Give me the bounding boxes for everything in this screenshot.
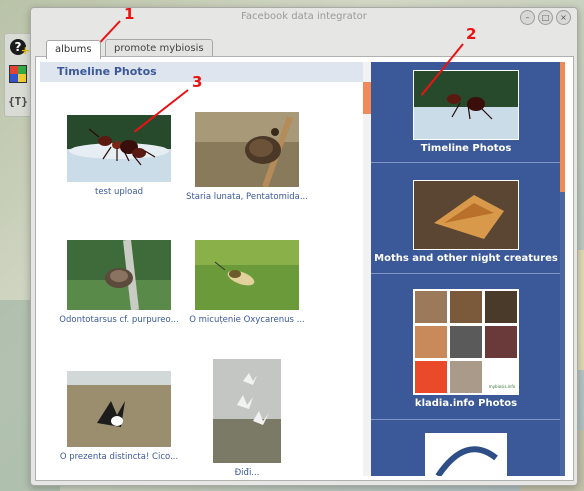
photo-caption[interactable]: test upload xyxy=(54,187,184,197)
app-window: Facebook data integrator – □ × albums pr… xyxy=(30,7,578,486)
album-cover[interactable] xyxy=(425,433,507,476)
plus-icon: + xyxy=(20,44,30,57)
photo-thumbnail[interactable] xyxy=(195,112,299,187)
album-cover[interactable]: mybiosis.info xyxy=(413,289,519,395)
tab-albums[interactable]: albums xyxy=(46,40,101,59)
tab-panel: Timeline Photos test upload Staria lunat… xyxy=(35,56,574,481)
photo-item[interactable]: O prezenta distincta! Cico... xyxy=(54,371,184,462)
annotation-marker-2: 2 xyxy=(466,25,477,43)
annotation-marker-3: 3 xyxy=(192,73,203,91)
photo-thumbnail[interactable] xyxy=(67,115,171,182)
text-tool-icon[interactable]: {T} xyxy=(8,91,28,111)
palette-cell xyxy=(10,74,18,82)
photo-caption[interactable]: Odontotarsus cf. purpureo... xyxy=(54,315,184,325)
photo-item[interactable]: Odontotarsus cf. purpureo... xyxy=(54,240,184,325)
photo-thumbnail[interactable] xyxy=(195,240,299,310)
albums-list: Timeline Photos Moths and other night cr… xyxy=(371,62,565,476)
photo-item[interactable]: Staria lunata, Pentatomida... xyxy=(182,112,312,202)
album-cover[interactable] xyxy=(413,180,519,250)
ant-album-cover xyxy=(414,71,518,139)
maximize-button[interactable]: □ xyxy=(538,10,553,25)
minimize-button[interactable]: – xyxy=(520,10,535,25)
bug-on-stem-photo xyxy=(67,240,171,310)
logo-album-cover xyxy=(435,446,498,476)
palette-cell xyxy=(10,66,18,74)
birds-photo xyxy=(213,359,281,463)
album-item[interactable]: mybiosis.info kladia.info Photos xyxy=(371,274,561,420)
album-item[interactable]: Timeline Photos xyxy=(371,62,561,163)
album-item[interactable] xyxy=(371,420,561,476)
close-button[interactable]: × xyxy=(556,10,571,25)
palette-cell xyxy=(18,66,26,74)
ant-photo xyxy=(67,115,171,182)
photos-area: Timeline Photos test upload Staria lunat… xyxy=(40,62,363,476)
side-dock: ? + {T} xyxy=(4,33,33,117)
album-name[interactable]: kladia.info Photos xyxy=(371,398,561,409)
content-area: Timeline Photos test upload Staria lunat… xyxy=(40,62,565,476)
photo-thumbnail[interactable] xyxy=(67,240,171,310)
bug-photo xyxy=(195,112,299,187)
palette-icon[interactable] xyxy=(8,64,28,84)
photo-caption[interactable]: Điđi... xyxy=(182,468,312,476)
bird-field-photo xyxy=(67,371,171,447)
photo-thumbnail[interactable] xyxy=(67,371,171,447)
photo-item[interactable]: test upload xyxy=(54,115,184,197)
photos-scroll-thumb[interactable] xyxy=(363,82,371,114)
album-item[interactable]: Moths and other night creatures xyxy=(371,163,561,274)
photo-item[interactable]: Điđi... xyxy=(182,359,312,476)
albums-scroll-thumb[interactable] xyxy=(560,62,565,192)
collage-watermark: mybiosis.info xyxy=(488,384,516,389)
help-add-icon[interactable]: ? + xyxy=(8,37,30,57)
album-cover[interactable] xyxy=(413,70,519,140)
photo-caption[interactable]: O micuțenie Oxycarenus ... xyxy=(182,315,312,325)
album-name[interactable]: Moths and other night creatures xyxy=(371,253,561,264)
album-name[interactable]: Timeline Photos xyxy=(371,143,561,154)
window-title: Facebook data integrator xyxy=(241,11,367,22)
photo-thumbnail[interactable] xyxy=(213,359,281,463)
annotation-marker-1: 1 xyxy=(124,5,135,23)
palette-cell xyxy=(18,74,26,82)
mushroom-collage-cover xyxy=(415,291,517,393)
moth-album-cover xyxy=(414,181,518,249)
title-bar: Facebook data integrator – □ × xyxy=(31,8,577,26)
photos-scrollbar[interactable] xyxy=(363,62,371,476)
small-bug-photo xyxy=(195,240,299,310)
photo-caption[interactable]: Staria lunata, Pentatomida... xyxy=(182,192,312,202)
albums-scrollbar[interactable] xyxy=(560,62,565,476)
palette-grid xyxy=(9,65,27,83)
photo-caption[interactable]: O prezenta distincta! Cico... xyxy=(54,452,184,462)
photo-item[interactable]: O micuțenie Oxycarenus ... xyxy=(182,240,312,325)
